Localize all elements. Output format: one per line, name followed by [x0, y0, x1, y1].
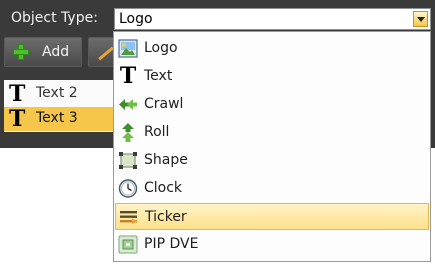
- clock-icon: [118, 179, 138, 198]
- option-label: Ticker: [145, 209, 187, 225]
- option-ticker[interactable]: Ticker: [115, 203, 429, 230]
- object-list: T Text 2 T Text 3: [4, 80, 116, 132]
- object-type-selected-value: Logo: [119, 11, 153, 27]
- logo-image-icon: [118, 39, 138, 58]
- option-roll[interactable]: Roll: [115, 119, 429, 146]
- option-label: Text: [144, 68, 173, 84]
- object-type-dropdown-list: Logo T Text Crawl Roll Shape Clock Ticke…: [113, 31, 431, 262]
- option-shape[interactable]: Shape: [115, 147, 429, 174]
- option-label: Clock: [144, 180, 183, 196]
- text-t-icon: T: [9, 81, 26, 107]
- list-item-label: Text 2: [36, 85, 78, 101]
- list-item[interactable]: T Text 2: [4, 82, 116, 106]
- pip-dve-icon: [118, 235, 138, 254]
- option-logo[interactable]: Logo: [115, 35, 429, 62]
- add-button[interactable]: Add: [4, 37, 82, 67]
- option-crawl[interactable]: Crawl: [115, 91, 429, 118]
- list-item-label: Text 3: [36, 110, 78, 126]
- option-text[interactable]: T Text: [115, 63, 429, 90]
- object-type-label: Object Type:: [11, 10, 98, 26]
- list-item-selected[interactable]: T Text 3: [4, 107, 116, 131]
- shape-icon: [118, 151, 138, 170]
- option-label: PIP DVE: [144, 236, 199, 252]
- plus-icon: [13, 44, 29, 60]
- option-pip-dve[interactable]: PIP DVE: [115, 231, 429, 258]
- crawl-arrows-icon: [118, 95, 138, 114]
- text-t-icon: T: [119, 63, 137, 89]
- option-label: Shape: [144, 152, 188, 168]
- edit-button[interactable]: [88, 37, 116, 67]
- ticker-icon: [119, 208, 139, 227]
- add-button-label: Add: [42, 44, 70, 60]
- roll-arrows-icon: [118, 123, 138, 142]
- option-label: Logo: [144, 40, 178, 56]
- object-type-combobox[interactable]: Logo: [114, 8, 431, 30]
- option-label: Crawl: [144, 96, 184, 112]
- chevron-down-icon[interactable]: [413, 11, 428, 27]
- option-label: Roll: [144, 124, 170, 140]
- option-clock[interactable]: Clock: [115, 175, 429, 202]
- text-t-icon: T: [9, 106, 26, 132]
